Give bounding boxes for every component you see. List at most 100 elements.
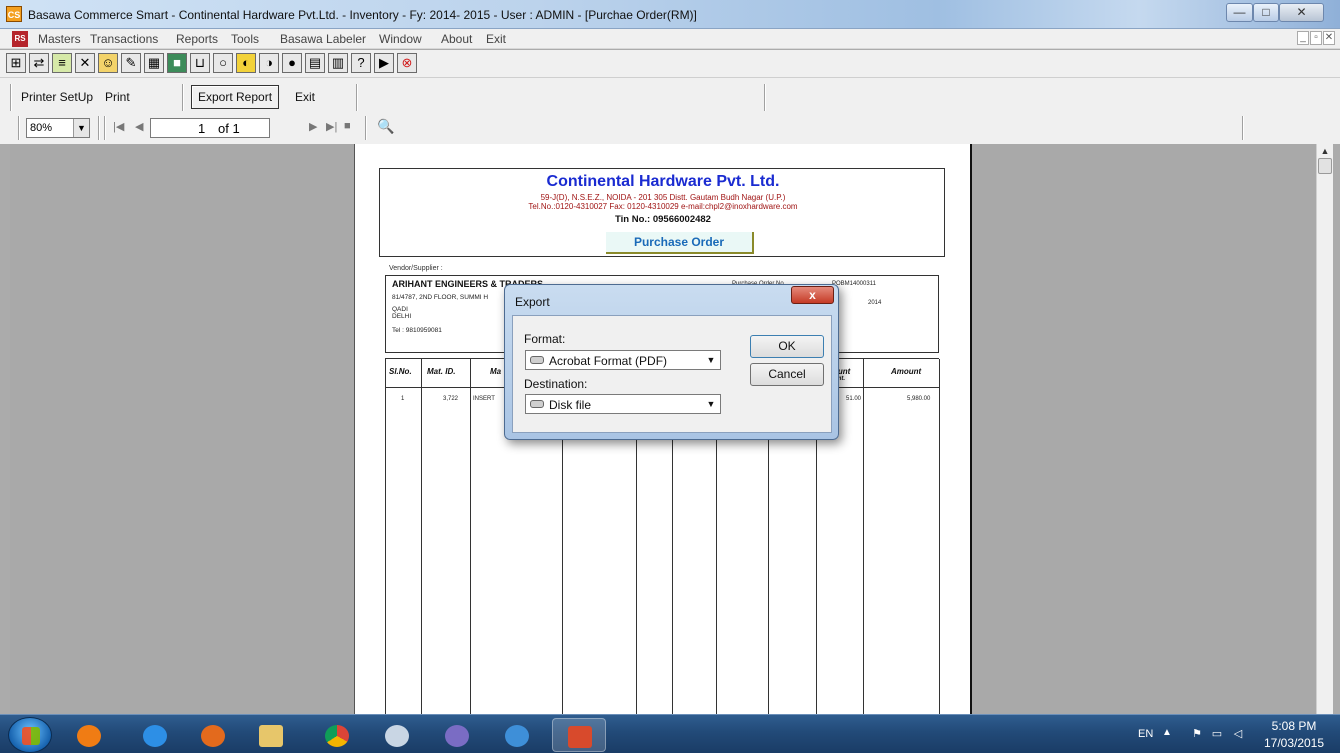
first-page-icon[interactable]: |◀ <box>113 120 124 133</box>
toolbar-separator <box>1242 116 1244 140</box>
scroll-up-icon[interactable]: ▲ <box>1317 144 1333 158</box>
transfer-icon[interactable]: ⇄ <box>29 53 49 73</box>
calculator-icon[interactable]: ▦ <box>144 53 164 73</box>
report-icon[interactable]: ⊞ <box>6 53 26 73</box>
tin-number: Tin No.: 09566002482 <box>615 214 711 225</box>
show-hidden-icons[interactable]: ▲ <box>1162 727 1172 738</box>
firefox-icon[interactable] <box>186 718 240 752</box>
menu-masters[interactable]: Masters <box>38 32 81 46</box>
halfmoon-icon[interactable]: ◐ <box>236 53 256 73</box>
col-header-mat-id: Mat. ID. <box>427 367 456 376</box>
chip-icon[interactable]: ■ <box>167 53 187 73</box>
exit-button[interactable]: Exit <box>288 85 322 109</box>
dolphin-icon[interactable] <box>430 718 484 752</box>
mdi-close-button[interactable]: ✕ <box>1323 31 1335 45</box>
app-icon[interactable] <box>370 718 424 752</box>
app-icon: CS <box>6 6 22 22</box>
black-circle-icon[interactable]: ● <box>282 53 302 73</box>
vertical-scrollbar[interactable]: ▲ <box>1316 144 1333 714</box>
menu-window[interactable]: Window <box>379 32 422 46</box>
po-number-value: POBM14000311 <box>832 281 876 287</box>
page-current: 1 <box>198 121 206 136</box>
tools-icon[interactable]: ✕ <box>75 53 95 73</box>
vendor-label: Vendor/Supplier : <box>389 265 443 272</box>
menu-about[interactable]: About <box>441 32 472 46</box>
grid-icon[interactable]: ▥ <box>328 53 348 73</box>
screen-icon[interactable]: ▤ <box>305 53 325 73</box>
full-circle-icon[interactable]: ◑ <box>259 53 279 73</box>
menu-reports[interactable]: Reports <box>176 32 218 46</box>
document-title: Purchase Order <box>606 232 754 254</box>
export-report-button[interactable]: Export Report <box>191 85 280 109</box>
menu-basawa-labeler[interactable]: Basawa Labeler <box>280 32 366 46</box>
menu-tools[interactable]: Tools <box>231 32 259 46</box>
toolbar-separator <box>356 84 358 111</box>
volume-icon[interactable]: ◁ <box>1231 728 1245 740</box>
menu-transactions[interactable]: Transactions <box>90 32 158 46</box>
column-divider <box>863 359 864 717</box>
chart-icon[interactable]: ⊔ <box>190 53 210 73</box>
clock-date[interactable]: 17/03/2015 <box>1260 736 1328 750</box>
toolbar-separator <box>764 84 766 111</box>
next-page-icon[interactable]: ▶ <box>309 120 317 133</box>
icon-toolbar: ⊞ ⇄ ≡ ✕ ☺ ✎ ▦ ■ ⊔ ○ ◐ ◑ ● ▤ ▥ ? ▶ ⊗ <box>0 50 1340 78</box>
toolbar-separator <box>365 116 367 140</box>
mdi-window-buttons: _ ▫ ✕ <box>1297 31 1337 47</box>
vendor-address: 81/4787, 2ND FLOOR, SUMMI H <box>392 294 489 301</box>
chevron-down-icon: ▼ <box>706 355 716 365</box>
format-select[interactable]: Acrobat Format (PDF) ▼ <box>525 350 721 370</box>
row-material: INSERT <box>473 396 495 402</box>
column-divider <box>470 359 471 717</box>
disk-icon <box>530 400 544 408</box>
destination-select[interactable]: Disk file ▼ <box>525 394 721 414</box>
stop-icon[interactable]: ⊗ <box>397 53 417 73</box>
user-icon[interactable]: ☺ <box>98 53 118 73</box>
language-indicator[interactable]: EN <box>1138 728 1153 740</box>
company-name: Continental Hardware Pvt. Ltd. <box>546 173 780 190</box>
toolbar-separator <box>104 116 106 140</box>
last-page-icon[interactable]: ▶| <box>326 120 337 133</box>
menu-exit[interactable]: Exit <box>486 32 506 46</box>
sync-icon[interactable] <box>490 718 544 752</box>
list-icon[interactable]: ≡ <box>52 53 72 73</box>
format-value: Acrobat Format (PDF) <box>549 354 668 368</box>
company-contact: Tel.No.:0120-4310027 Fax: 0120-4310029 e… <box>528 202 798 211</box>
windows-logo-icon <box>22 727 40 745</box>
zoom-select[interactable]: 80% ▼ <box>26 118 90 138</box>
flag-icon[interactable]: ⚑ <box>1190 728 1204 740</box>
cancel-button[interactable]: Cancel <box>750 363 824 386</box>
dialog-close-button[interactable]: x <box>791 286 834 304</box>
media-icon[interactable] <box>62 718 116 752</box>
stop-loading-icon[interactable]: ■ <box>344 120 351 132</box>
dialog-title: Export <box>515 295 550 309</box>
pdf-icon <box>530 356 544 364</box>
ie-icon[interactable] <box>128 718 182 752</box>
circle-icon[interactable]: ○ <box>213 53 233 73</box>
scroll-thumb[interactable] <box>1318 158 1332 174</box>
network-icon[interactable]: ▭ <box>1210 728 1224 740</box>
row-slno: 1 <box>401 396 405 402</box>
minimize-button[interactable]: — <box>1226 3 1253 22</box>
clock-time[interactable]: 5:08 PM <box>1263 719 1325 733</box>
taskbar: EN ▲ ⚑ ▭ ◁ 5:08 PM 17/03/2015 <box>0 714 1340 753</box>
title-bar: CS Basawa Commerce Smart - Continental H… <box>0 0 1340 29</box>
start-button[interactable] <box>8 717 52 753</box>
explorer-icon[interactable] <box>244 718 298 752</box>
printer-setup-button[interactable]: Printer SetUp <box>14 85 100 109</box>
mdi-restore-button[interactable]: ▫ <box>1310 31 1322 45</box>
search-icon[interactable]: 🔍 <box>377 118 394 135</box>
edit-icon[interactable]: ✎ <box>121 53 141 73</box>
page-number-input[interactable] <box>150 118 270 138</box>
close-button[interactable]: ✕ <box>1279 3 1324 22</box>
rs-logo-icon: RS <box>12 31 28 47</box>
mdi-minimize-button[interactable]: _ <box>1297 31 1309 45</box>
prev-page-icon[interactable]: ◀ <box>135 120 143 133</box>
zoom-value: 80% <box>30 122 53 134</box>
flag-icon[interactable]: ▶ <box>374 53 394 73</box>
ok-button[interactable]: OK <box>750 335 824 358</box>
maximize-button[interactable]: □ <box>1253 3 1279 22</box>
help-icon[interactable]: ? <box>351 53 371 73</box>
basawa-icon[interactable] <box>552 718 606 752</box>
chrome-icon[interactable] <box>310 718 364 752</box>
print-button[interactable]: Print <box>98 85 137 109</box>
